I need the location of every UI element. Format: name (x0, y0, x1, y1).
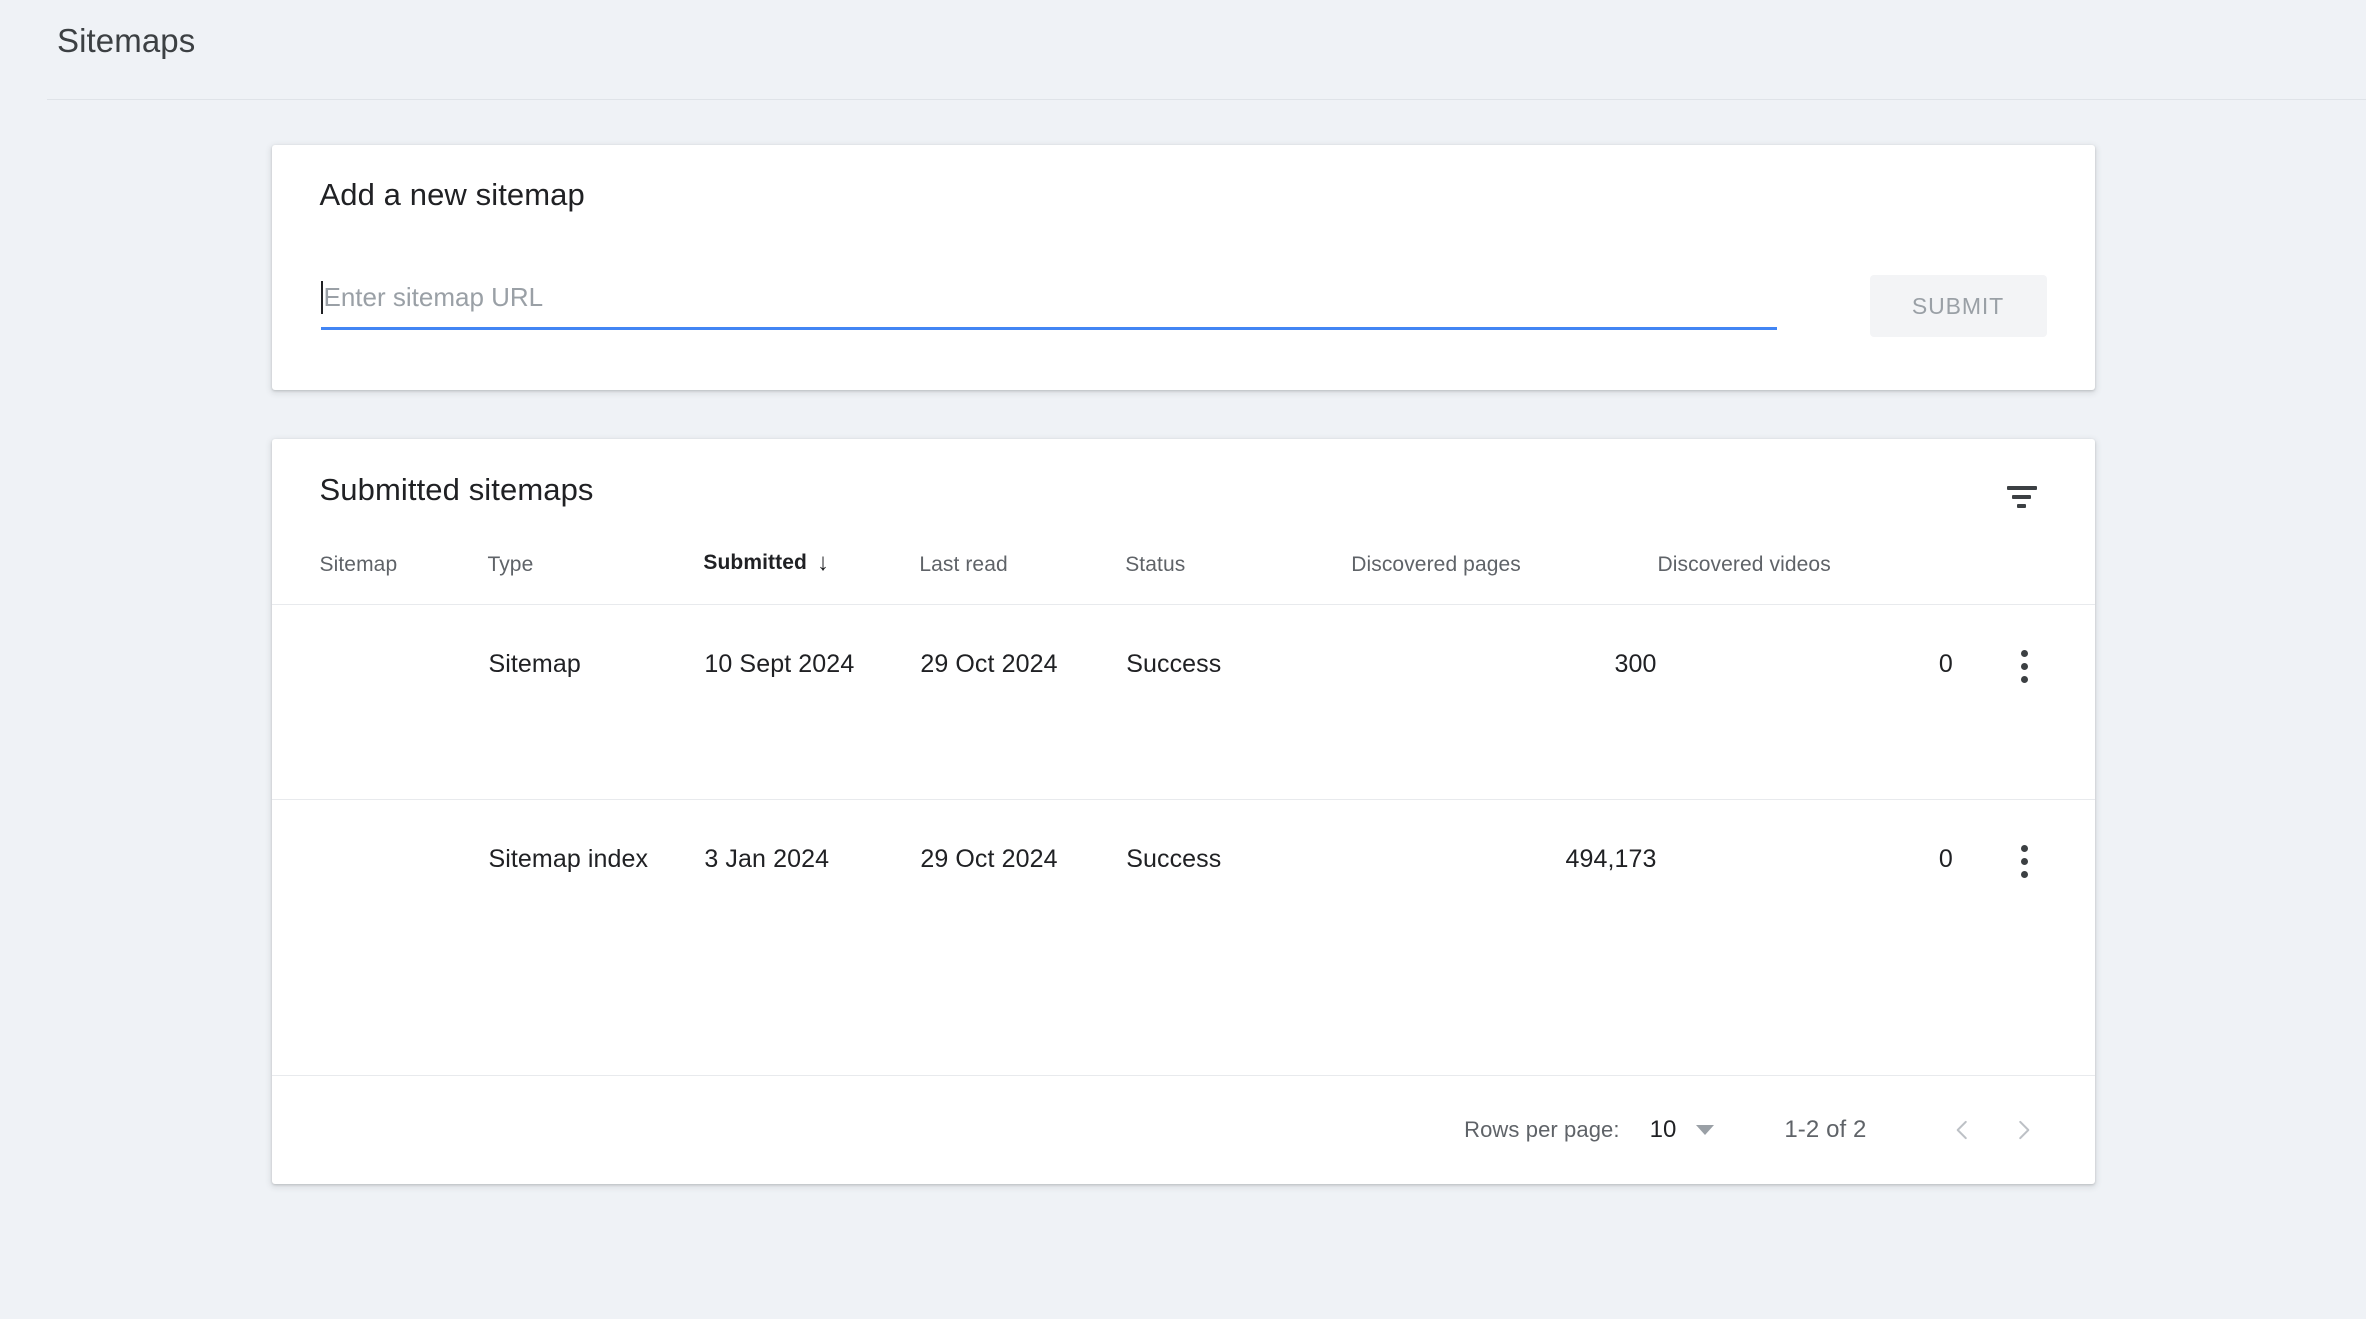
cell-type: Sitemap (487, 604, 704, 800)
page-header: Sitemaps (0, 0, 2366, 100)
page-title: Sitemaps (57, 22, 196, 59)
rows-per-page-select[interactable]: 10 (1650, 1116, 1715, 1144)
table-header-row: Sitemap Type Submitted ↓ Last read Status (272, 549, 2095, 605)
previous-page-button[interactable] (1931, 1099, 1993, 1161)
cell-submitted: 10 Sept 2024 (703, 604, 920, 800)
chevron-down-icon (1696, 1125, 1715, 1135)
input-focus-underline (320, 327, 1777, 330)
cell-discovered-pages: 494,173 (1351, 799, 1658, 995)
table-paginator: Rows per page: 10 1-2 of 2 (271, 1075, 2095, 1184)
chevron-right-icon (2018, 1120, 2029, 1140)
more-vert-icon[interactable] (2004, 845, 2044, 878)
column-label-type: Type (487, 553, 534, 576)
cell-last-read: 29 Oct 2024 (919, 799, 1126, 995)
cell-actions (1953, 604, 2095, 800)
filter-button[interactable] (1996, 471, 2048, 523)
header-divider (47, 99, 2366, 100)
text-caret (320, 281, 323, 314)
column-label-discovered-videos: Discovered videos (1657, 553, 1831, 576)
column-header-actions (1954, 549, 2095, 605)
next-page-button[interactable] (1993, 1099, 2055, 1161)
sitemap-url-input[interactable] (320, 280, 1777, 327)
cell-status: Success (1125, 799, 1352, 995)
more-vert-icon[interactable] (2004, 650, 2044, 683)
rows-per-page-value: 10 (1649, 1116, 1677, 1143)
rows-per-page-label: Rows per page: (1464, 1117, 1620, 1142)
submit-button[interactable]: SUBMIT (1869, 275, 2047, 337)
filter-icon (2006, 486, 2037, 508)
cell-discovered-videos: 0 (1657, 799, 1954, 995)
cell-type: Sitemap index (487, 799, 704, 995)
submitted-sitemaps-title: Submitted sitemaps (319, 472, 594, 507)
column-header-last-read[interactable]: Last read (919, 549, 1125, 605)
column-label-last-read: Last read (919, 553, 1008, 576)
cell-status: Success (1125, 604, 1352, 800)
cell-discovered-videos: 0 (1657, 604, 1954, 800)
column-label-status: Status (1125, 553, 1186, 576)
column-header-discovered-videos[interactable]: Discovered videos (1658, 549, 1954, 605)
cell-sitemap (271, 604, 488, 800)
column-label-sitemap: Sitemap (319, 553, 398, 576)
add-sitemap-title: Add a new sitemap (319, 177, 585, 212)
chevron-left-icon (1956, 1120, 1967, 1140)
cell-submitted: 3 Jan 2024 (703, 799, 920, 995)
table-row[interactable]: Sitemap 10 Sept 2024 29 Oct 2024 Success… (271, 604, 2095, 800)
sitemaps-table: Sitemap Type Submitted ↓ Last read Status (271, 549, 2095, 995)
column-header-discovered-pages[interactable]: Discovered pages (1351, 549, 1657, 605)
column-label-discovered-pages: Discovered pages (1351, 553, 1521, 576)
column-header-sitemap[interactable]: Sitemap (272, 549, 488, 605)
cell-discovered-pages: 300 (1351, 604, 1658, 800)
table-row[interactable]: Sitemap index 3 Jan 2024 29 Oct 2024 Suc… (271, 799, 2095, 995)
page-range-label: 1-2 of 2 (1784, 1116, 1867, 1143)
cell-actions (1953, 799, 2095, 995)
sitemap-url-field (320, 280, 1777, 330)
cell-sitemap (271, 799, 488, 995)
table-body: Sitemap 10 Sept 2024 29 Oct 2024 Success… (271, 604, 2095, 995)
column-header-status[interactable]: Status (1125, 549, 1351, 605)
column-header-type[interactable]: Type (487, 549, 703, 605)
column-label-submitted: Submitted (703, 551, 807, 574)
sort-descending-arrow-icon: ↓ (816, 549, 830, 576)
main-content: Add a new sitemap SUBMIT Submitted sitem… (0, 100, 2366, 1184)
submitted-sitemaps-card: Submitted sitemaps Sitemap Type Submitte… (271, 439, 2095, 1184)
cell-last-read: 29 Oct 2024 (919, 604, 1126, 800)
column-header-submitted[interactable]: Submitted ↓ (703, 549, 919, 605)
add-sitemap-card: Add a new sitemap SUBMIT (271, 145, 2095, 390)
table-header: Sitemap Type Submitted ↓ Last read Status (272, 549, 2095, 605)
